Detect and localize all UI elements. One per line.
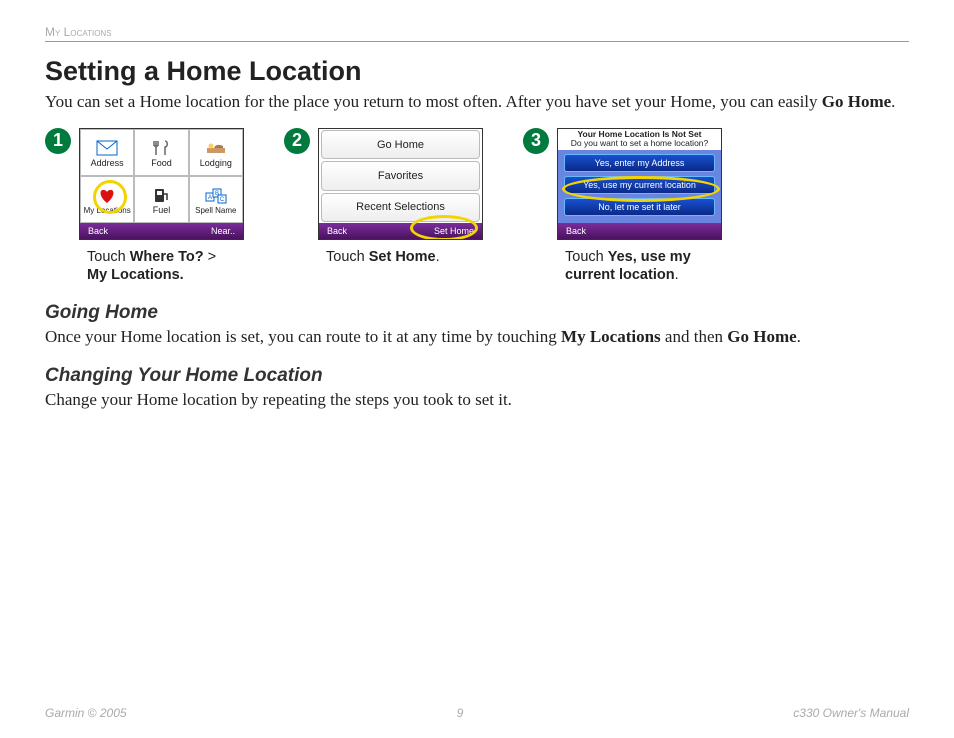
grid-label: Food bbox=[151, 159, 172, 168]
intro-text-pre: You can set a Home location for the plac… bbox=[45, 92, 822, 111]
back-button[interactable]: Back bbox=[80, 226, 116, 236]
body-text: Once your Home location is set, you can … bbox=[45, 327, 561, 346]
step-bullet-2: 2 bbox=[284, 128, 310, 154]
intro-paragraph: You can set a Home location for the plac… bbox=[45, 91, 909, 114]
changing-home-paragraph: Change your Home location by repeating t… bbox=[45, 389, 909, 412]
list-go-home[interactable]: Go Home bbox=[321, 130, 480, 159]
grid-spell-name[interactable]: ABC Spell Name bbox=[189, 176, 243, 223]
caption-text: Touch bbox=[87, 249, 130, 265]
screen2-bottom-bar: Back Set Home bbox=[319, 223, 482, 239]
fork-knife-icon bbox=[150, 138, 172, 158]
grid-label: Fuel bbox=[153, 206, 171, 215]
svg-text:C: C bbox=[220, 197, 225, 203]
grid-address[interactable]: Address bbox=[80, 129, 134, 176]
near-button[interactable]: Near.. bbox=[203, 226, 243, 236]
bed-icon bbox=[205, 138, 227, 158]
intro-bold: Go Home bbox=[822, 92, 891, 111]
step-bullet-1: 1 bbox=[45, 128, 71, 154]
step-3: 3 Your Home Location Is Not Set Do you w… bbox=[523, 128, 722, 284]
grid-label: Address bbox=[91, 159, 124, 168]
caption-bold: Yes, use my bbox=[608, 249, 691, 265]
steps-row: 1 Address Food Lodging bbox=[45, 128, 909, 284]
page-footer: Garmin © 2005 9 c330 Owner's Manual bbox=[45, 706, 909, 720]
caption-bold: Where To? bbox=[130, 249, 204, 265]
svg-text:A: A bbox=[208, 195, 212, 201]
back-button[interactable]: Back bbox=[319, 226, 355, 236]
caption-bold: Set Home bbox=[369, 249, 436, 265]
page-header-section: My Locations bbox=[45, 25, 909, 42]
screenshot-where-to: Address Food Lodging My Locations bbox=[79, 128, 244, 240]
screenshot-my-locations: Go Home Favorites Recent Selections Back… bbox=[318, 128, 483, 240]
opt-set-later[interactable]: No, let me set it later bbox=[564, 198, 715, 216]
step-2: 2 Go Home Favorites Recent Selections Ba… bbox=[284, 128, 483, 266]
body-bold: My Locations bbox=[561, 327, 661, 346]
opt-use-current-location[interactable]: Yes, use my current location bbox=[564, 176, 715, 194]
caption-text: Touch bbox=[326, 249, 369, 265]
caption-text: . bbox=[436, 249, 440, 265]
footer-page-number: 9 bbox=[457, 706, 464, 720]
step-1: 1 Address Food Lodging bbox=[45, 128, 244, 284]
step3-caption: Touch Yes, use my current location. bbox=[565, 248, 722, 284]
back-button[interactable]: Back bbox=[558, 226, 594, 236]
caption-bold: current location bbox=[565, 267, 675, 283]
dialog-header: Your Home Location Is Not Set Do you wan… bbox=[558, 129, 721, 150]
caption-text: > bbox=[204, 249, 217, 265]
list-recent-selections[interactable]: Recent Selections bbox=[321, 193, 480, 222]
intro-text-post: . bbox=[891, 92, 895, 111]
grid-my-locations[interactable]: My Locations bbox=[80, 176, 134, 223]
opt-enter-address[interactable]: Yes, enter my Address bbox=[564, 154, 715, 172]
envelope-icon bbox=[96, 138, 118, 158]
heading-going-home: Going Home bbox=[45, 302, 909, 324]
step-bullet-3: 3 bbox=[523, 128, 549, 154]
grid-lodging[interactable]: Lodging bbox=[189, 129, 243, 176]
grid-label: My Locations bbox=[84, 207, 131, 215]
body-text: and then bbox=[661, 327, 728, 346]
footer-left: Garmin © 2005 bbox=[45, 706, 127, 720]
caption-text: Touch bbox=[565, 249, 608, 265]
set-home-button[interactable]: Set Home bbox=[426, 226, 482, 236]
caption-text: . bbox=[675, 267, 679, 283]
going-home-paragraph: Once your Home location is set, you can … bbox=[45, 326, 909, 349]
screen1-bottom-bar: Back Near.. bbox=[80, 223, 243, 239]
grid-food[interactable]: Food bbox=[134, 129, 188, 176]
abc-blocks-icon: ABC bbox=[205, 186, 227, 206]
screen3-bottom-bar: Back bbox=[558, 223, 721, 239]
caption-bold: My Locations. bbox=[87, 267, 184, 283]
dialog-subtitle: Do you want to set a home location? bbox=[560, 139, 719, 148]
step1-caption: Touch Where To? > My Locations. bbox=[87, 248, 244, 284]
body-text: . bbox=[797, 327, 801, 346]
heart-icon bbox=[96, 186, 118, 206]
body-bold: Go Home bbox=[727, 327, 796, 346]
screenshot-home-not-set: Your Home Location Is Not Set Do you wan… bbox=[557, 128, 722, 240]
heading-changing-home: Changing Your Home Location bbox=[45, 365, 909, 387]
fuel-pump-icon bbox=[150, 185, 172, 205]
footer-right: c330 Owner's Manual bbox=[793, 706, 909, 720]
step2-caption: Touch Set Home. bbox=[326, 248, 483, 266]
list-favorites[interactable]: Favorites bbox=[321, 161, 480, 190]
grid-fuel[interactable]: Fuel bbox=[134, 176, 188, 223]
grid-label: Spell Name bbox=[195, 207, 236, 215]
page-title: Setting a Home Location bbox=[45, 56, 909, 87]
grid-label: Lodging bbox=[200, 159, 232, 168]
